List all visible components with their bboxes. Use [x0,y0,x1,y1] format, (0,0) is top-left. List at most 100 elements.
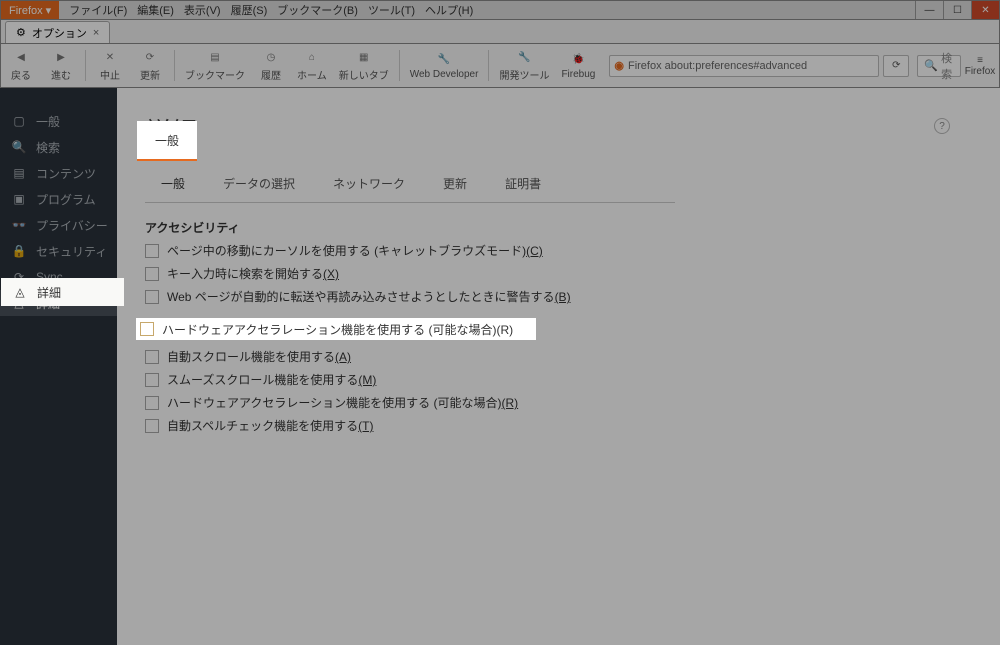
sidebar-item-search[interactable]: 🔍 検索 [0,134,117,160]
robot-icon: ▣ [12,192,26,206]
app-menu-button[interactable]: ≡ Firefox [969,55,999,77]
checkbox-icon [145,419,159,433]
sidebar-item-privacy[interactable]: 👓プライバシー [0,212,117,238]
mask-icon: 👓 [12,218,26,232]
divider [399,50,400,80]
checkbox-icon [145,350,159,364]
sidebar-item-applications[interactable]: ▣プログラム [0,186,117,212]
sidebar-item-security[interactable]: 🔒セキュリティ [0,238,117,264]
sidebar-item-label: 検索 [36,139,60,156]
reload-button[interactable]: ⟳更新 [130,44,170,87]
app-menu-label: Firefox [965,66,996,77]
forward-icon: ▶ [53,50,69,66]
url-prefix: Firefox [628,60,662,72]
reload-label: 更新 [140,67,160,82]
sidebar-item-label: 一般 [36,113,60,130]
subtab-update[interactable]: 更新 [427,167,483,202]
search-bar[interactable]: 🔍 検索 [917,55,961,77]
tab-close-button[interactable]: × [93,27,99,39]
checkbox-autoscroll[interactable]: 自動スクロール機能を使用する(A) [145,348,972,365]
checkbox-icon [140,322,154,336]
advanced-icon: ◬ [13,285,27,299]
home-button[interactable]: ⌂ホーム [291,44,333,87]
firebug-icon: 🐞 [570,52,586,68]
checkbox-label: 自動スクロール機能を使用する(A) [167,348,351,365]
highlight-subtab-general[interactable]: 一般 [137,121,197,161]
forward-label: 進む [51,67,71,82]
checkbox-warn-redirect[interactable]: Web ページが自動的に転送や再読み込みさせようとしたときに警告する(B) [145,288,972,305]
webdev-label: Web Developer [410,69,479,80]
devtools-button[interactable]: 🔧開発ツール [493,44,555,87]
checkbox-smoothscroll[interactable]: スムーズスクロール機能を使用する(M) [145,371,972,388]
history-label: 履歴 [261,67,281,82]
reload-icon: ⟳ [142,50,158,66]
back-button[interactable]: ◀戻る [1,44,41,87]
firebug-button[interactable]: 🐞Firebug [555,44,601,87]
browser-tab-options[interactable]: ⚙ オプション × [5,21,110,43]
sidebar-item-label: 詳細 [37,284,61,301]
preferences-sidebar: ▢一般 🔍検索 ▤コンテンツ ▣プログラム 👓プライバシー 🔒セキュリティ ⟳S… [0,88,117,645]
forward-button[interactable]: ▶進む [41,44,81,87]
subtab-network[interactable]: ネットワーク [317,167,421,202]
reload-url-button[interactable]: ⟳ [883,55,909,77]
newtab-label: 新しいタブ [339,67,389,82]
content-icon: ▤ [12,166,26,180]
stop-button[interactable]: ✕中止 [90,44,130,87]
reload-icon: ⟳ [892,60,900,71]
checkbox-icon [145,290,159,304]
hamburger-icon: ≡ [977,55,983,66]
history-button[interactable]: ◷履歴 [251,44,291,87]
menubar: ファイル(F) 編集(E) 表示(V) 履歴(S) ブックマーク(B) ツール(… [59,2,473,18]
window-minimize-button[interactable]: — [915,1,943,19]
window-maximize-button[interactable]: ☐ [943,1,971,19]
firefox-menu-button[interactable]: Firefox ▾ [1,1,59,19]
highlight-checkbox-hw-accel[interactable]: ハードウェアアクセラレーション機能を使用する (可能な場合)(R) [136,318,536,340]
devtools-label: 開発ツール [499,67,549,82]
devtools-icon: 🔧 [516,50,532,66]
stop-icon: ✕ [102,50,118,66]
history-icon: ◷ [263,50,279,66]
checkbox-spellcheck[interactable]: 自動スペルチェック機能を使用する(T) [145,417,972,434]
checkbox-caret-browse[interactable]: ページ中の移動にカーソルを使用する (キャレットブラウズモード)(C) [145,242,972,259]
search-icon: 🔍 [12,140,26,154]
tabstrip: ⚙ オプション × [0,20,1000,44]
url-bar[interactable]: ◉ Firefox about:preferences#advanced [609,55,879,77]
menu-edit[interactable]: 編集(E) [137,2,174,18]
menu-bookmarks[interactable]: ブックマーク(B) [277,2,358,18]
menu-help[interactable]: ヘルプ(H) [425,2,473,18]
bookmark-button[interactable]: ▤ブックマーク [179,44,251,87]
firefox-logo-icon: ◉ [614,59,624,72]
menu-view[interactable]: 表示(V) [184,2,221,18]
preferences-main: 詳細 ? 一般 データの選択 ネットワーク 更新 証明書 アクセシビリティ ペー… [117,88,1000,645]
checkbox-label: ページ中の移動にカーソルを使用する (キャレットブラウズモード)(C) [167,242,543,259]
subtab-cert[interactable]: 証明書 [489,167,557,202]
help-button[interactable]: ? [934,118,950,134]
url-text: about:preferences#advanced [665,60,808,72]
divider [85,50,86,80]
back-icon: ◀ [13,50,29,66]
highlight-sidebar-advanced[interactable]: ◬ 詳細 [1,278,124,306]
subtab-general[interactable]: 一般 [145,167,201,202]
checkbox-label: ハードウェアアクセラレーション機能を使用する (可能な場合)(R) [162,321,513,338]
wrench-icon: 🔧 [436,52,452,68]
menu-history[interactable]: 履歴(S) [231,2,268,18]
home-label: ホーム [297,67,327,82]
checkbox-hw-accel[interactable]: ハードウェアアクセラレーション機能を使用する (可能な場合)(R) [145,394,972,411]
menu-tools[interactable]: ツール(T) [368,2,415,18]
window-close-button[interactable]: ✕ [971,1,999,19]
stop-label: 中止 [100,67,120,82]
checkbox-search-on-type[interactable]: キー入力時に検索を開始する(X) [145,265,972,282]
newtab-button[interactable]: ▦新しいタブ [333,44,395,87]
page-title: 詳細 [145,112,972,149]
subtab-data[interactable]: データの選択 [207,167,311,202]
section-heading-accessibility: アクセシビリティ [145,219,972,236]
checkbox-label: 自動スペルチェック機能を使用する(T) [167,417,374,434]
firebug-label: Firebug [561,69,595,80]
newtab-icon: ▦ [356,50,372,66]
search-placeholder: 検索 [941,50,954,82]
sidebar-item-general[interactable]: ▢一般 [0,108,117,134]
webdev-button[interactable]: 🔧Web Developer [404,44,485,87]
back-label: 戻る [11,67,31,82]
menu-file[interactable]: ファイル(F) [69,2,127,18]
sidebar-item-content[interactable]: ▤コンテンツ [0,160,117,186]
